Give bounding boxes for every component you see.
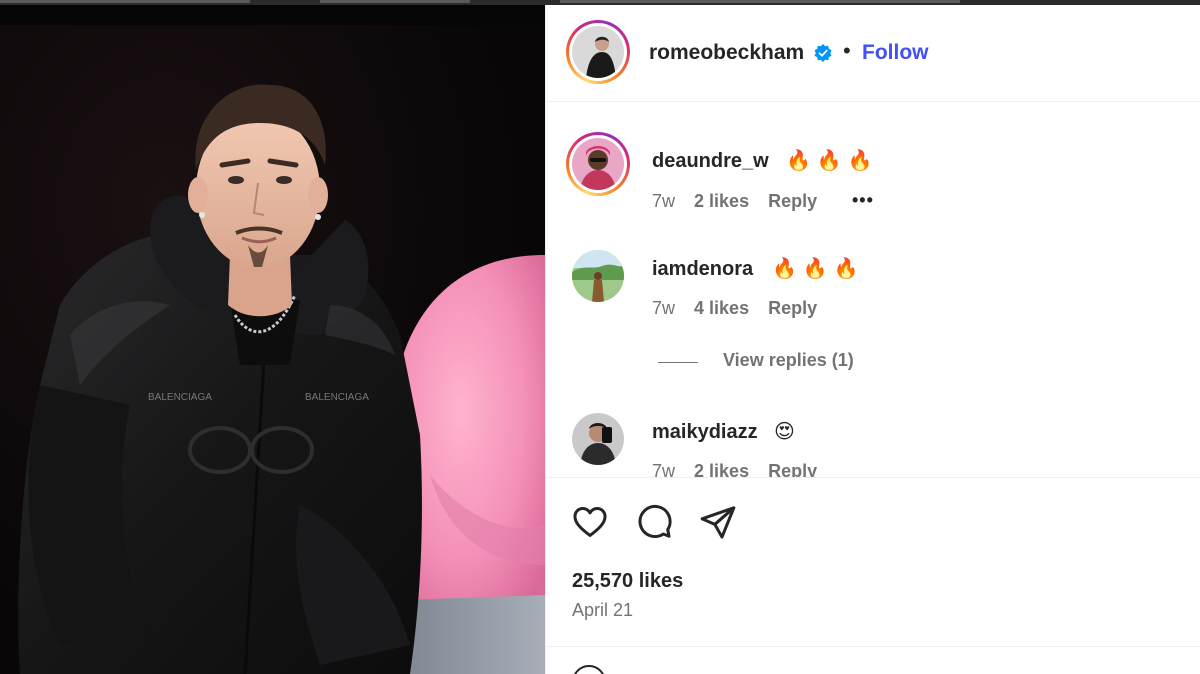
author-avatar-image: [572, 26, 624, 78]
comment-age: 7w: [652, 298, 676, 318]
post-photo-illustration: BALENCIAGA BALENCIAGA: [18, 84, 545, 674]
comment-avatar[interactable]: [572, 413, 624, 465]
comments-list[interactable]: deaundre_w 🔥🔥🔥 7w 2 likes Reply ••• iamd…: [546, 102, 1200, 477]
comment-username[interactable]: deaundre_w: [652, 150, 769, 173]
author-avatar[interactable]: [566, 20, 630, 84]
comment-reply-button[interactable]: Reply: [768, 191, 817, 212]
comment-avatar-image: [572, 250, 624, 302]
comment-reply-button[interactable]: Reply: [768, 461, 817, 477]
share-icon[interactable]: [699, 503, 737, 541]
comment-meta: 7w 2 likes Reply: [652, 461, 831, 477]
post-date: April 21: [572, 600, 634, 620]
top-strip-segment: [0, 0, 250, 3]
comment-avatar[interactable]: [566, 132, 630, 196]
svg-text:BALENCIAGA: BALENCIAGA: [305, 392, 369, 403]
comment-likes[interactable]: 2 likes: [694, 191, 749, 212]
heart-icon[interactable]: [571, 503, 609, 541]
post-photo[interactable]: BALENCIAGA BALENCIAGA: [0, 5, 545, 674]
comment-text: 🔥🔥🔥: [772, 258, 865, 280]
comment-meta: 7w 4 likes Reply: [652, 298, 831, 319]
comment-age: 7w: [652, 461, 676, 477]
comment-avatar-image: [572, 413, 624, 465]
comment-likes[interactable]: 4 likes: [694, 298, 749, 319]
comment-age: 7w: [652, 191, 676, 211]
emoji-icon[interactable]: [572, 665, 606, 674]
like-count[interactable]: 25,570 likes: [572, 570, 683, 593]
top-strip-segment: [320, 0, 470, 3]
top-strip-segment: [560, 0, 960, 3]
follow-button[interactable]: Follow: [862, 41, 929, 65]
comment-meta: 7w 2 likes Reply: [652, 191, 831, 212]
author-username[interactable]: romeobeckham: [649, 41, 804, 65]
comment-avatar[interactable]: [572, 250, 624, 302]
post-header: romeobeckham • Follow: [546, 5, 1200, 102]
comment-avatar-image: [572, 138, 624, 190]
header-separator: •: [843, 38, 851, 63]
comment-more-options-icon[interactable]: •••: [852, 190, 874, 211]
comment-icon[interactable]: [635, 503, 673, 541]
post-actions-section: 25,570 likes April 21: [546, 477, 1200, 647]
comment-likes[interactable]: 2 likes: [694, 461, 749, 477]
comment-reply-button[interactable]: Reply: [768, 298, 817, 319]
post-side-panel: romeobeckham • Follow deaundre_w 🔥🔥🔥 7w …: [545, 5, 1200, 674]
view-replies-label: View replies (1): [723, 350, 854, 370]
view-replies-line: [658, 362, 698, 363]
comment-text: 😍: [774, 421, 801, 443]
svg-text:BALENCIAGA: BALENCIAGA: [148, 392, 212, 403]
verified-badge-icon: [814, 44, 832, 62]
comment-username[interactable]: iamdenora: [652, 258, 753, 281]
comment-text: 🔥🔥🔥: [786, 150, 879, 172]
comment-username[interactable]: maikydiazz: [652, 421, 758, 444]
